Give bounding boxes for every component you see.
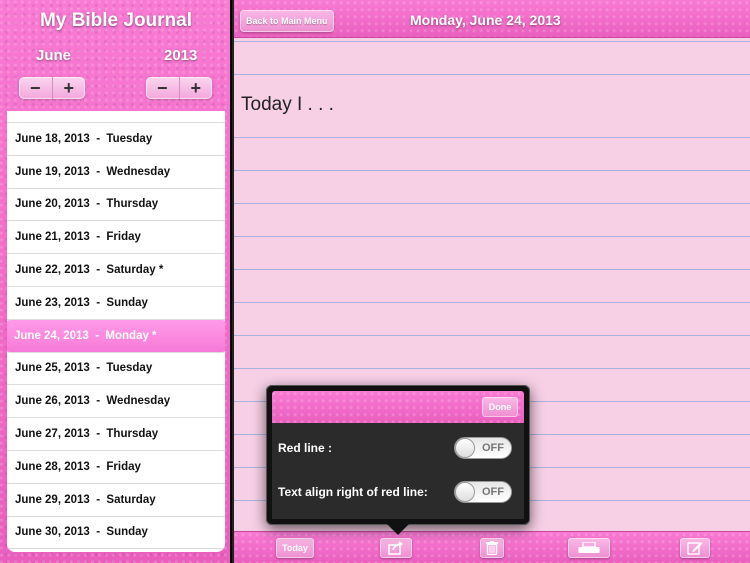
popover-body: Red line : OFF Text align right of red l… bbox=[272, 423, 524, 519]
text-align-toggle[interactable]: OFF bbox=[454, 481, 512, 503]
text-align-label: Text align right of red line: bbox=[278, 485, 428, 499]
toggle-state: OFF bbox=[482, 486, 504, 498]
day-row-partial bbox=[7, 111, 225, 123]
app-root: My Bible Journal June 2013 − + − + June … bbox=[0, 0, 750, 563]
day-row[interactable]: June 23, 2013 - Sunday bbox=[7, 286, 225, 320]
red-line-toggle[interactable]: OFF bbox=[454, 437, 512, 459]
year-label: 2013 bbox=[164, 47, 198, 64]
month-increment-button[interactable]: + bbox=[51, 77, 86, 99]
day-row[interactable]: June 28, 2013 - Friday bbox=[7, 450, 225, 484]
app-title: My Bible Journal bbox=[39, 10, 193, 31]
year-decrement-button[interactable]: − bbox=[146, 77, 179, 99]
year-increment-button[interactable]: + bbox=[178, 77, 213, 99]
red-line-label: Red line : bbox=[278, 441, 333, 455]
month-label: June bbox=[36, 47, 72, 64]
sidebar: My Bible Journal June 2013 − + − + June … bbox=[0, 0, 232, 563]
year-stepper: − + bbox=[146, 77, 212, 99]
day-row[interactable]: June 19, 2013 - Wednesday bbox=[7, 155, 225, 189]
done-button[interactable]: Done bbox=[482, 397, 518, 417]
day-row[interactable]: June 25, 2013 - Tuesday bbox=[7, 352, 225, 386]
toggle-state: OFF bbox=[482, 442, 504, 454]
day-row[interactable]: June 30, 2013 - Sunday bbox=[7, 516, 225, 550]
day-row[interactable]: June 29, 2013 - Saturday bbox=[7, 483, 225, 517]
day-row[interactable]: June 21, 2013 - Friday bbox=[7, 221, 225, 255]
compose-button[interactable] bbox=[680, 538, 710, 558]
page-title: Monday, June 24, 2013 bbox=[410, 12, 561, 28]
day-list[interactable]: June 18, 2013 - Tuesday June 19, 2013 - … bbox=[7, 111, 225, 552]
month-stepper: − + bbox=[19, 77, 85, 99]
print-button[interactable] bbox=[568, 538, 610, 558]
compose-icon bbox=[687, 542, 703, 555]
back-to-main-menu-button[interactable]: Back to Main Menu bbox=[240, 10, 334, 32]
top-bar: Back to Main Menu Monday, June 24, 2013 bbox=[234, 0, 750, 38]
toggle-knob bbox=[455, 482, 475, 502]
journal-entry-text[interactable]: Today I . . . bbox=[241, 94, 334, 116]
bottom-toolbar: Today bbox=[234, 531, 750, 563]
day-row-selected[interactable]: June 24, 2013 - Monday * bbox=[7, 319, 225, 353]
day-row[interactable]: June 20, 2013 - Thursday bbox=[7, 188, 225, 222]
day-row[interactable]: June 26, 2013 - Wednesday bbox=[7, 385, 225, 419]
trash-icon bbox=[486, 541, 498, 555]
share-button[interactable] bbox=[380, 538, 412, 558]
toggle-knob bbox=[455, 438, 475, 458]
day-row[interactable]: June 27, 2013 - Thursday bbox=[7, 418, 225, 451]
settings-popover: Done Red line : OFF Text align right of … bbox=[266, 385, 530, 525]
day-row[interactable]: June 22, 2013 - Saturday * bbox=[7, 254, 225, 287]
day-row[interactable]: June 18, 2013 - Tuesday bbox=[7, 123, 225, 156]
today-button[interactable]: Today bbox=[276, 538, 314, 558]
popover-arrow bbox=[387, 524, 409, 535]
print-icon bbox=[578, 542, 600, 553]
month-decrement-button[interactable]: − bbox=[19, 77, 52, 99]
share-icon bbox=[388, 541, 403, 555]
popover-header: Done bbox=[272, 391, 524, 423]
delete-button[interactable] bbox=[480, 538, 504, 558]
